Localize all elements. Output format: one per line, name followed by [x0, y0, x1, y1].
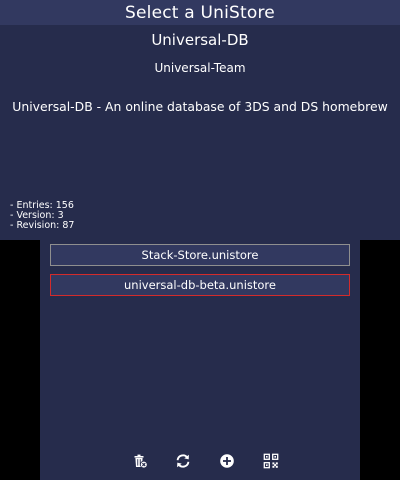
- screen-title: Select a UniStore: [125, 2, 275, 23]
- store-info: - Entries: 156 - Version: 3 - Revision: …: [10, 201, 74, 231]
- store-item-universal-db-beta[interactable]: universal-db-beta.unistore: [50, 274, 350, 296]
- qr-code-icon[interactable]: [262, 452, 280, 470]
- title-bar: Select a UniStore: [0, 0, 400, 25]
- bottom-screen: Stack-Store.unistore universal-db-beta.u…: [40, 240, 360, 480]
- top-screen: Select a UniStore Universal-DB Universal…: [0, 0, 400, 240]
- store-revision: - Revision: 87: [10, 220, 75, 231]
- store-description: Universal-DB - An online database of 3DS…: [12, 99, 388, 114]
- store-name: Universal-DB: [151, 31, 249, 49]
- delete-icon[interactable]: [131, 452, 149, 470]
- add-icon[interactable]: [218, 452, 236, 470]
- store-author: Universal-Team: [154, 61, 246, 75]
- store-item-label: Stack-Store.unistore: [141, 248, 259, 262]
- refresh-icon[interactable]: [174, 452, 192, 470]
- store-item-stack-store[interactable]: Stack-Store.unistore: [50, 244, 350, 266]
- store-item-label: universal-db-beta.unistore: [124, 278, 276, 292]
- bottom-toolbar: [40, 452, 360, 474]
